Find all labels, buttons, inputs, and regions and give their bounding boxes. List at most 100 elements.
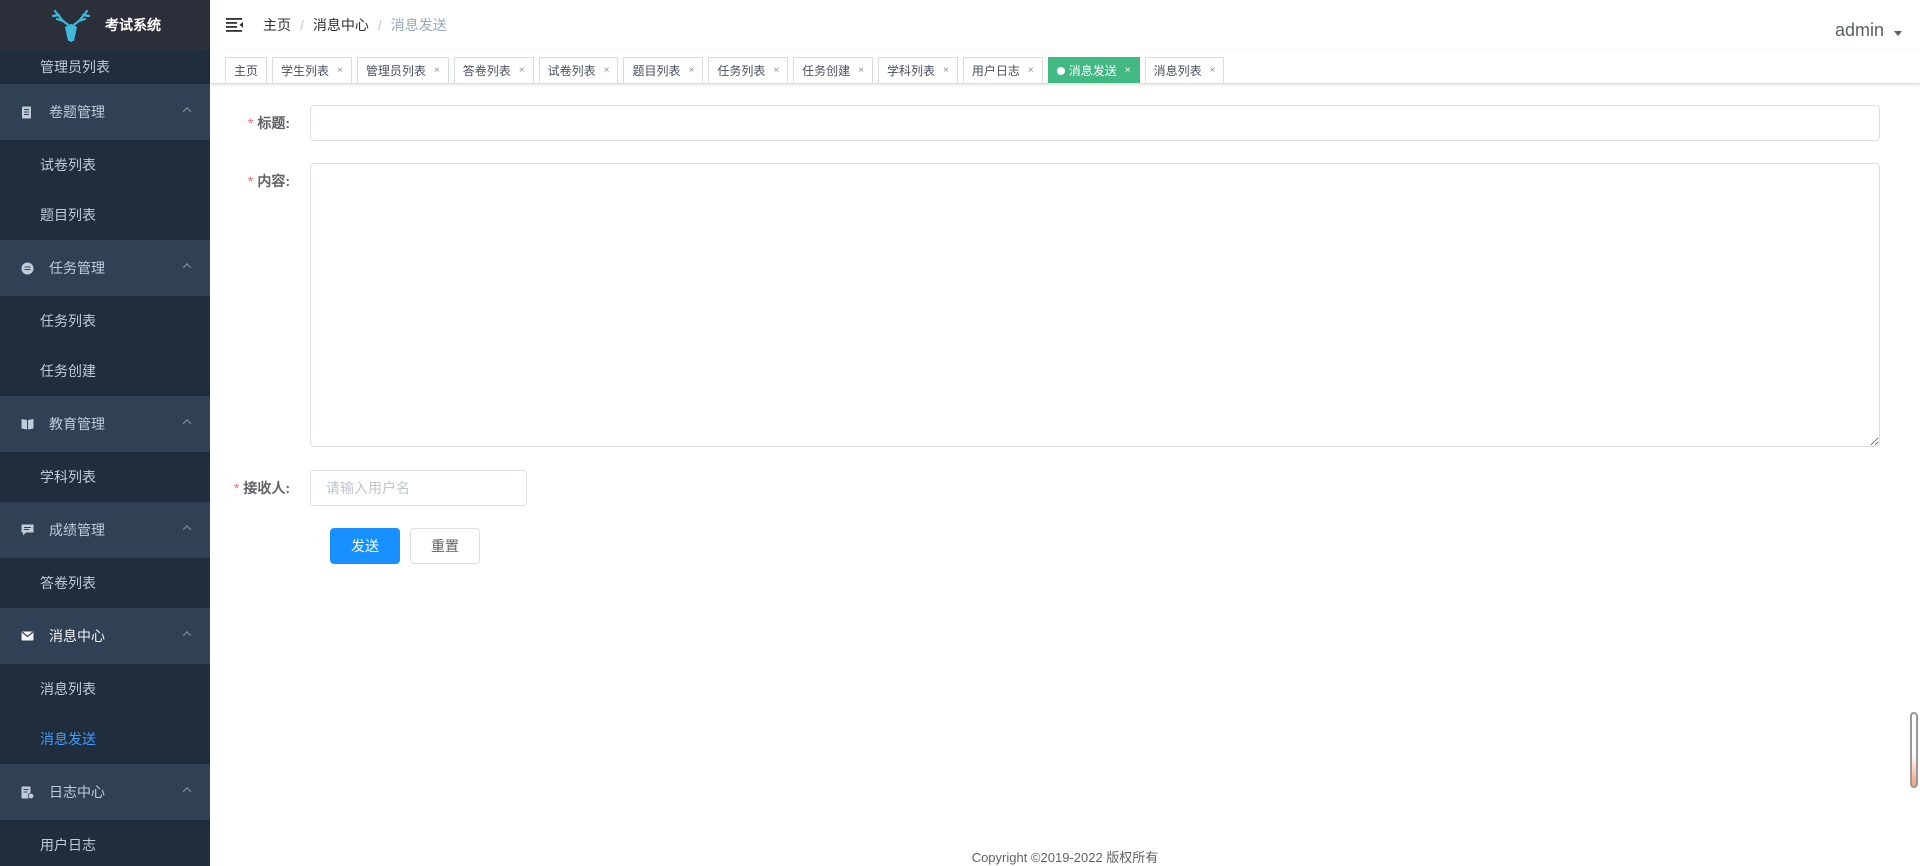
submenu-task-management[interactable]: 任务管理 xyxy=(0,240,210,296)
sidebar-item-task-list[interactable]: 任务列表 xyxy=(0,296,210,346)
sidebar-item-question-list[interactable]: 题目列表 xyxy=(0,190,210,240)
breadcrumb-home[interactable]: 主页 xyxy=(263,15,291,35)
sidebar-item-message-send[interactable]: 消息发送 xyxy=(0,714,210,764)
close-icon[interactable]: × xyxy=(688,65,694,76)
tag-answer-list[interactable]: 答卷列表 × xyxy=(453,57,534,83)
tag-paper-list[interactable]: 试卷列表 × xyxy=(538,57,619,83)
tag-user-log[interactable]: 用户日志 × xyxy=(962,57,1043,83)
title-label: * 标题: xyxy=(210,113,310,133)
breadcrumb-message-center[interactable]: 消息中心 xyxy=(313,15,369,35)
active-dot-icon xyxy=(1056,66,1065,75)
chat-icon xyxy=(20,523,34,537)
receiver-label-text: 接收人: xyxy=(243,480,290,496)
receiver-label: * 接收人: xyxy=(210,478,310,498)
tag-label: 消息列表 xyxy=(1153,64,1202,78)
chevron-up-icon xyxy=(182,107,192,116)
receiver-input[interactable] xyxy=(310,470,527,506)
tag-label: 管理员列表 xyxy=(365,64,426,78)
chevron-up-icon xyxy=(182,525,192,534)
tag-label: 题目列表 xyxy=(632,64,681,78)
close-icon[interactable]: × xyxy=(604,65,610,76)
submenu-label: 消息中心 xyxy=(49,628,105,644)
close-icon[interactable]: × xyxy=(943,65,949,76)
sidebar-item-task-create[interactable]: 任务创建 xyxy=(0,346,210,396)
submenu-score-management[interactable]: 成绩管理 xyxy=(0,502,210,558)
breadcrumb-separator: / xyxy=(300,17,304,33)
sidebar: 考试系统 管理员列表 卷题管理 试卷列表 题目列表 任务管理 任务列表 任务创建… xyxy=(0,0,210,866)
sidebar-item-user-log[interactable]: 用户日志 xyxy=(0,820,210,866)
submenu-message-center[interactable]: 消息中心 xyxy=(0,608,210,664)
close-icon[interactable]: × xyxy=(1210,65,1216,76)
app-title: 考试系统 xyxy=(105,17,161,33)
tag-question-list[interactable]: 题目列表 × xyxy=(623,57,704,83)
breadcrumb-separator: / xyxy=(377,17,382,33)
sidebar-item-answer-list[interactable]: 答卷列表 xyxy=(0,558,210,608)
log-icon xyxy=(20,785,34,799)
required-mark: * xyxy=(247,173,254,189)
tags-view: 主页 学生列表 × 管理员列表 × 答卷列表 × 试卷列表 × 题目列表 × 任务列表 × … xyxy=(210,50,1920,84)
user-dropdown[interactable]: admin xyxy=(1835,20,1902,41)
required-mark: * xyxy=(233,480,240,496)
list-circle-icon xyxy=(20,261,34,275)
tag-student-list[interactable]: 学生列表 × xyxy=(272,57,352,83)
tag-admin-list[interactable]: 管理员列表 × xyxy=(356,57,449,83)
tag-label: 用户日志 xyxy=(971,64,1020,78)
title-label-text: 标题: xyxy=(257,115,290,131)
tag-label: 学科列表 xyxy=(887,64,936,78)
required-mark: * xyxy=(247,115,254,131)
submenu-education-management[interactable]: 教育管理 xyxy=(0,396,210,452)
tag-label: 消息发送 xyxy=(1068,64,1117,78)
logo[interactable]: 考试系统 xyxy=(0,0,210,50)
content-label-text: 内容: xyxy=(257,173,290,189)
close-icon[interactable]: × xyxy=(773,65,779,76)
close-icon[interactable]: × xyxy=(1125,65,1131,76)
mail-icon xyxy=(20,629,34,643)
form-actions: 发送 重置 xyxy=(330,528,480,564)
close-icon[interactable]: × xyxy=(858,65,864,76)
main-content: 主页 / 消息中心 / 消息发送 admin 主页 学生列表 × 管理员列表 × 答… xyxy=(210,0,1920,866)
document-icon xyxy=(20,105,34,119)
reset-button[interactable]: 重置 xyxy=(410,528,480,564)
close-icon[interactable]: × xyxy=(1028,65,1034,76)
tag-label: 答卷列表 xyxy=(462,64,511,78)
chevron-up-icon xyxy=(182,419,192,428)
form-row-title: * 标题: xyxy=(210,105,1880,141)
content-label: * 内容: xyxy=(210,163,310,191)
breadcrumb-current: 消息发送 xyxy=(390,17,447,33)
submenu-label: 日志中心 xyxy=(49,784,105,800)
scroll-indicator[interactable] xyxy=(1910,712,1918,788)
tag-home[interactable]: 主页 xyxy=(225,57,268,83)
tag-label: 任务列表 xyxy=(717,64,766,78)
hamburger-menu-icon[interactable] xyxy=(225,15,245,35)
submenu-paper-management[interactable]: 卷题管理 xyxy=(0,84,210,140)
tag-subject-list[interactable]: 学科列表 × xyxy=(878,57,958,83)
username: admin xyxy=(1834,20,1884,40)
submenu-label: 成绩管理 xyxy=(49,522,105,538)
sidebar-item-admin-list[interactable]: 管理员列表 xyxy=(0,50,210,84)
send-button[interactable]: 发送 xyxy=(330,528,400,564)
tag-label: 学生列表 xyxy=(281,64,330,78)
tag-label: 主页 xyxy=(234,64,259,78)
title-input[interactable] xyxy=(310,105,1880,141)
sidebar-item-message-list[interactable]: 消息列表 xyxy=(0,664,210,714)
tag-message-list[interactable]: 消息列表 × xyxy=(1144,57,1225,83)
tag-task-list[interactable]: 任务列表 × xyxy=(708,57,789,83)
close-icon[interactable]: × xyxy=(519,65,525,76)
submenu-label: 任务管理 xyxy=(49,260,105,276)
tag-task-create[interactable]: 任务创建 × xyxy=(793,57,874,83)
tag-message-send[interactable]: 消息发送 × xyxy=(1047,57,1140,83)
sidebar-item-paper-list[interactable]: 试卷列表 xyxy=(0,140,210,190)
form-row-receiver: * 接收人: xyxy=(210,470,527,506)
submenu-label: 教育管理 xyxy=(49,416,105,432)
tag-label: 任务创建 xyxy=(802,64,851,78)
sidebar-item-subject-list[interactable]: 学科列表 xyxy=(0,452,210,502)
content-textarea[interactable] xyxy=(310,163,1880,447)
footer: Copyright ©2019-2022 版权所有 xyxy=(971,850,1159,865)
close-icon[interactable]: × xyxy=(434,65,440,76)
book-icon xyxy=(20,417,34,431)
form-row-content: * 内容: xyxy=(210,163,1880,447)
close-icon[interactable]: × xyxy=(337,65,343,76)
submenu-log-center[interactable]: 日志中心 xyxy=(0,764,210,820)
chevron-up-icon xyxy=(182,263,192,272)
chevron-up-icon xyxy=(182,631,192,640)
